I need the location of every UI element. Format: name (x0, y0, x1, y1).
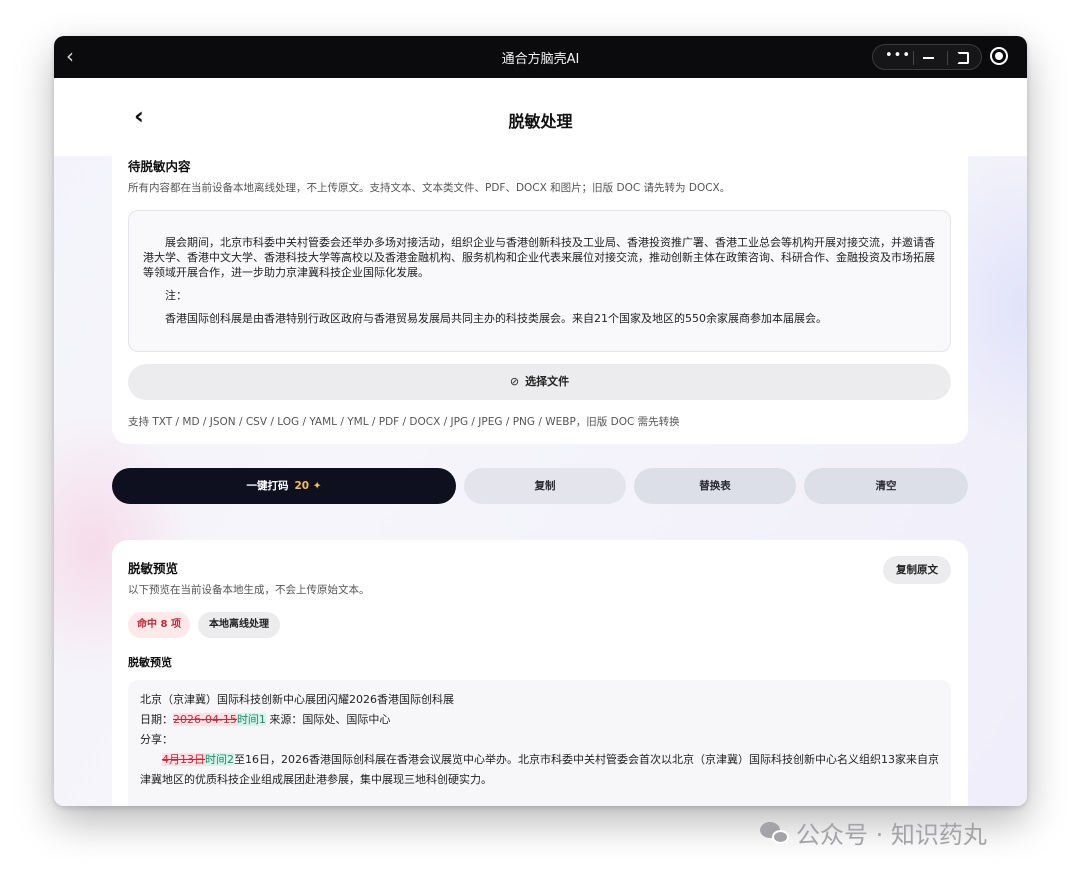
watermark: 公众号 · 知识药丸 (760, 815, 987, 850)
page-title: 脱敏处理 (508, 112, 573, 131)
close-mini-program-icon[interactable] (990, 47, 1008, 65)
supported-formats-text: 支持 TXT / MD / JSON / CSV / LOG / YAML / … (128, 416, 680, 428)
editor-paragraph: 香港国际创科展是由香港特别行政区政府与香港贸易发展局共同主办的科技类展会。来自2… (165, 312, 827, 325)
action-bar: 一键打码 20 ✦ 复制 替换表 清空 (112, 468, 968, 504)
hit-count-badge: 命中 8 项 (128, 612, 190, 638)
input-card: 待脱敏内容 所有内容都在当前设备本地离线处理，不上传原文。支持文本、文本类文件、… (112, 156, 968, 444)
preview-subtitle: 脱敏预览 (128, 656, 172, 669)
restore-icon[interactable] (957, 52, 969, 64)
window-controls-capsule: ••• (872, 44, 982, 70)
preview-line-date: 日期：2026-04-15时间1 来源：国际处、国际中心 (140, 710, 939, 730)
nav-bar: ‹ 脱敏处理 (54, 78, 1027, 156)
watermark-text: 公众号 · 知识药丸 (796, 821, 987, 849)
preview-paragraph: 4月13日时间2至16日，2026香港国际创科展在香港会议展览中心举办。北京市科… (140, 750, 939, 790)
paperclip-icon: ⊘ (509, 375, 520, 388)
capsule-divider (913, 51, 914, 65)
paragraph-text: 至16日，2026香港国际创科展在香港会议展览中心举办。北京市科委中关村管委会首… (140, 753, 939, 786)
preview-section-description: 以下预览在当前设备本地生成，不会上传原始文本。 (128, 584, 370, 596)
clear-button-label: 清空 (875, 480, 897, 492)
select-file-button[interactable]: ⊘ 选择文件 (128, 364, 951, 400)
minimize-icon[interactable] (923, 57, 934, 59)
content-editor[interactable]: 展会期间，北京市科委中关村管委会还举办多场对接活动，组织企业与香港创新科技及工业… (128, 210, 951, 352)
input-section-title: 待脱敏内容 (128, 159, 191, 174)
title-bar: ‹ 通合方脑壳AI ••• (54, 36, 1027, 78)
select-file-label: 选择文件 (525, 375, 570, 388)
preview-line: 北京（京津冀）国际科技创新中心展团闪耀2026香港国际创科展 (140, 693, 454, 706)
more-menu-icon[interactable]: ••• (885, 48, 911, 63)
replacement-table-button[interactable]: 替换表 (634, 468, 796, 504)
inserted-text: 时间2 (205, 753, 234, 766)
input-section-description: 所有内容都在当前设备本地离线处理，不上传原文。支持文本、文本类文件、PDF、DO… (128, 182, 731, 194)
preview-card: 脱敏预览 以下预览在当前设备本地生成，不会上传原始文本。 复制原文 命中 8 项… (112, 540, 968, 806)
mask-button-label: 一键打码 (246, 480, 289, 492)
copy-button-label: 复制 (534, 480, 556, 492)
mask-credit-count: 20 ✦ (294, 480, 322, 492)
preview-line: 分享： (140, 733, 173, 746)
source-text: 来源：国际处、国际中心 (265, 713, 391, 726)
clear-button[interactable]: 清空 (804, 468, 968, 504)
editor-paragraph: 展会期间，北京市科委中关村管委会还举办多场对接活动，组织企业与香港创新科技及工业… (143, 236, 935, 279)
masked-preview-box: 北京（京津冀）国际科技创新中心展团闪耀2026香港国际创科展 日期：2026-0… (128, 680, 951, 806)
date-label: 日期： (140, 713, 173, 726)
capsule-divider (947, 51, 948, 65)
deleted-text: 4月13日 (162, 753, 205, 766)
copy-original-button[interactable]: 复制原文 (883, 556, 951, 584)
one-click-mask-button[interactable]: 一键打码 20 ✦ (112, 468, 456, 504)
wechat-icon (760, 822, 790, 846)
deleted-text: 2026-04-15 (173, 713, 237, 726)
local-processing-badge: 本地离线处理 (198, 612, 280, 638)
app-window: ‹ 通合方脑壳AI ••• ‹ 脱敏处理 待脱敏内容 所有内容都在当前设备本地离… (54, 36, 1027, 806)
editor-note-label: 注： (165, 289, 187, 302)
inserted-text: 时间1 (236, 713, 266, 726)
preview-section-title: 脱敏预览 (128, 561, 179, 576)
copy-button[interactable]: 复制 (464, 468, 626, 504)
replacement-table-label: 替换表 (699, 480, 731, 492)
